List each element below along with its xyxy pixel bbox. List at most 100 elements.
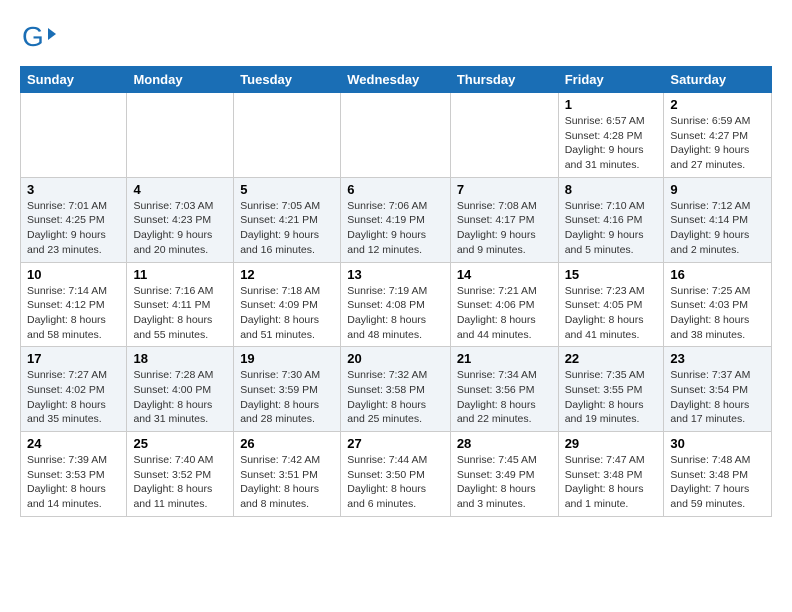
day-number: 29 — [565, 436, 658, 451]
logo-icon: G — [20, 20, 56, 56]
day-number: 21 — [457, 351, 552, 366]
day-info: Sunrise: 7:08 AM Sunset: 4:17 PM Dayligh… — [457, 199, 552, 258]
day-number: 22 — [565, 351, 658, 366]
calendar-cell: 17 Sunrise: 7:27 AM Sunset: 4:02 PM Dayli… — [21, 347, 127, 432]
weekday-header-tuesday: Tuesday — [234, 67, 341, 93]
day-number: 25 — [133, 436, 227, 451]
day-number: 26 — [240, 436, 334, 451]
weekday-header-sunday: Sunday — [21, 67, 127, 93]
calendar-cell: 6Sunrise: 7:06 AM Sunset: 4:19 PM Daylig… — [341, 177, 451, 262]
day-number: 23 — [670, 351, 765, 366]
day-number: 1 — [565, 97, 658, 112]
day-number: 9 — [670, 182, 765, 197]
day-info: Sunrise: 7:27 AM Sunset: 4:02 PM Dayligh… — [27, 368, 120, 427]
day-info: Sunrise: 7:44 AM Sunset: 3:50 PM Dayligh… — [347, 453, 444, 512]
day-info: Sunrise: 7:28 AM Sunset: 4:00 PM Dayligh… — [133, 368, 227, 427]
calendar-cell — [234, 93, 341, 178]
calendar-cell: 29 Sunrise: 7:47 AM Sunset: 3:48 PM Dayli… — [558, 432, 664, 517]
calendar-cell: 22Sunrise: 7:35 AM Sunset: 3:55 PM Dayli… — [558, 347, 664, 432]
day-info: Sunrise: 7:03 AM Sunset: 4:23 PM Dayligh… — [133, 199, 227, 258]
day-info: Sunrise: 7:10 AM Sunset: 4:16 PM Dayligh… — [565, 199, 658, 258]
day-info: Sunrise: 7:05 AM Sunset: 4:21 PM Dayligh… — [240, 199, 334, 258]
day-info: Sunrise: 7:37 AM Sunset: 3:54 PM Dayligh… — [670, 368, 765, 427]
day-number: 28 — [457, 436, 552, 451]
day-info: Sunrise: 7:47 AM Sunset: 3:48 PM Dayligh… — [565, 453, 658, 512]
day-number: 5 — [240, 182, 334, 197]
day-number: 19 — [240, 351, 334, 366]
day-info: Sunrise: 7:06 AM Sunset: 4:19 PM Dayligh… — [347, 199, 444, 258]
weekday-header-monday: Monday — [127, 67, 234, 93]
day-number: 7 — [457, 182, 552, 197]
calendar-cell: 7 Sunrise: 7:08 AM Sunset: 4:17 PM Daylig… — [450, 177, 558, 262]
day-info: Sunrise: 7:30 AM Sunset: 3:59 PM Dayligh… — [240, 368, 334, 427]
calendar-cell: 23 Sunrise: 7:37 AM Sunset: 3:54 PM Dayli… — [664, 347, 772, 432]
day-info: Sunrise: 7:48 AM Sunset: 3:48 PM Dayligh… — [670, 453, 765, 512]
day-number: 4 — [133, 182, 227, 197]
calendar-cell: 2 Sunrise: 6:59 AM Sunset: 4:27 PM Daylig… — [664, 93, 772, 178]
calendar-week-row: 3 Sunrise: 7:01 AM Sunset: 4:25 PM Daylig… — [21, 177, 772, 262]
page-header: G — [20, 16, 772, 56]
logo: G — [20, 20, 60, 56]
svg-text:G: G — [22, 21, 44, 52]
calendar-cell: 3 Sunrise: 7:01 AM Sunset: 4:25 PM Daylig… — [21, 177, 127, 262]
calendar-cell: 20 Sunrise: 7:32 AM Sunset: 3:58 PM Dayli… — [341, 347, 451, 432]
calendar-cell: 1Sunrise: 6:57 AM Sunset: 4:28 PM Daylig… — [558, 93, 664, 178]
day-info: Sunrise: 7:34 AM Sunset: 3:56 PM Dayligh… — [457, 368, 552, 427]
calendar-cell: 9 Sunrise: 7:12 AM Sunset: 4:14 PM Daylig… — [664, 177, 772, 262]
calendar-cell: 8 Sunrise: 7:10 AM Sunset: 4:16 PM Daylig… — [558, 177, 664, 262]
day-number: 11 — [133, 267, 227, 282]
day-info: Sunrise: 6:59 AM Sunset: 4:27 PM Dayligh… — [670, 114, 765, 173]
calendar-header-row: SundayMondayTuesdayWednesdayThursdayFrid… — [21, 67, 772, 93]
day-info: Sunrise: 7:40 AM Sunset: 3:52 PM Dayligh… — [133, 453, 227, 512]
calendar-cell: 21 Sunrise: 7:34 AM Sunset: 3:56 PM Dayli… — [450, 347, 558, 432]
calendar-cell: 18 Sunrise: 7:28 AM Sunset: 4:00 PM Dayli… — [127, 347, 234, 432]
calendar-cell: 5 Sunrise: 7:05 AM Sunset: 4:21 PM Daylig… — [234, 177, 341, 262]
calendar-cell: 10Sunrise: 7:14 AM Sunset: 4:12 PM Dayli… — [21, 262, 127, 347]
calendar-cell: 25 Sunrise: 7:40 AM Sunset: 3:52 PM Dayli… — [127, 432, 234, 517]
weekday-header-friday: Friday — [558, 67, 664, 93]
calendar-cell: 28 Sunrise: 7:45 AM Sunset: 3:49 PM Dayli… — [450, 432, 558, 517]
day-info: Sunrise: 7:45 AM Sunset: 3:49 PM Dayligh… — [457, 453, 552, 512]
day-number: 24 — [27, 436, 120, 451]
day-info: Sunrise: 7:39 AM Sunset: 3:53 PM Dayligh… — [27, 453, 120, 512]
calendar-cell: 12Sunrise: 7:18 AM Sunset: 4:09 PM Dayli… — [234, 262, 341, 347]
day-number: 14 — [457, 267, 552, 282]
day-number: 8 — [565, 182, 658, 197]
calendar-cell: 15Sunrise: 7:23 AM Sunset: 4:05 PM Dayli… — [558, 262, 664, 347]
calendar-cell: 14 Sunrise: 7:21 AM Sunset: 4:06 PM Dayli… — [450, 262, 558, 347]
day-info: Sunrise: 7:32 AM Sunset: 3:58 PM Dayligh… — [347, 368, 444, 427]
calendar-cell: 30Sunrise: 7:48 AM Sunset: 3:48 PM Dayli… — [664, 432, 772, 517]
day-number: 18 — [133, 351, 227, 366]
calendar-week-row: 17 Sunrise: 7:27 AM Sunset: 4:02 PM Dayli… — [21, 347, 772, 432]
day-info: Sunrise: 7:19 AM Sunset: 4:08 PM Dayligh… — [347, 284, 444, 343]
calendar-cell — [450, 93, 558, 178]
day-number: 3 — [27, 182, 120, 197]
calendar-cell: 26Sunrise: 7:42 AM Sunset: 3:51 PM Dayli… — [234, 432, 341, 517]
calendar-cell: 27 Sunrise: 7:44 AM Sunset: 3:50 PM Dayli… — [341, 432, 451, 517]
day-number: 16 — [670, 267, 765, 282]
calendar-cell — [341, 93, 451, 178]
weekday-header-saturday: Saturday — [664, 67, 772, 93]
day-number: 12 — [240, 267, 334, 282]
weekday-header-wednesday: Wednesday — [341, 67, 451, 93]
calendar-cell: 11Sunrise: 7:16 AM Sunset: 4:11 PM Dayli… — [127, 262, 234, 347]
day-number: 2 — [670, 97, 765, 112]
weekday-header-thursday: Thursday — [450, 67, 558, 93]
day-number: 17 — [27, 351, 120, 366]
day-number: 20 — [347, 351, 444, 366]
calendar-table: SundayMondayTuesdayWednesdayThursdayFrid… — [20, 66, 772, 517]
calendar-week-row: 1Sunrise: 6:57 AM Sunset: 4:28 PM Daylig… — [21, 93, 772, 178]
calendar-cell — [21, 93, 127, 178]
day-info: Sunrise: 7:12 AM Sunset: 4:14 PM Dayligh… — [670, 199, 765, 258]
calendar-cell: 16 Sunrise: 7:25 AM Sunset: 4:03 PM Dayli… — [664, 262, 772, 347]
day-number: 27 — [347, 436, 444, 451]
day-info: Sunrise: 7:21 AM Sunset: 4:06 PM Dayligh… — [457, 284, 552, 343]
day-info: Sunrise: 7:25 AM Sunset: 4:03 PM Dayligh… — [670, 284, 765, 343]
calendar-week-row: 10Sunrise: 7:14 AM Sunset: 4:12 PM Dayli… — [21, 262, 772, 347]
day-info: Sunrise: 7:23 AM Sunset: 4:05 PM Dayligh… — [565, 284, 658, 343]
calendar-cell: 13 Sunrise: 7:19 AM Sunset: 4:08 PM Dayli… — [341, 262, 451, 347]
day-number: 13 — [347, 267, 444, 282]
calendar-cell: 19 Sunrise: 7:30 AM Sunset: 3:59 PM Dayli… — [234, 347, 341, 432]
day-info: Sunrise: 7:01 AM Sunset: 4:25 PM Dayligh… — [27, 199, 120, 258]
calendar-week-row: 24 Sunrise: 7:39 AM Sunset: 3:53 PM Dayli… — [21, 432, 772, 517]
